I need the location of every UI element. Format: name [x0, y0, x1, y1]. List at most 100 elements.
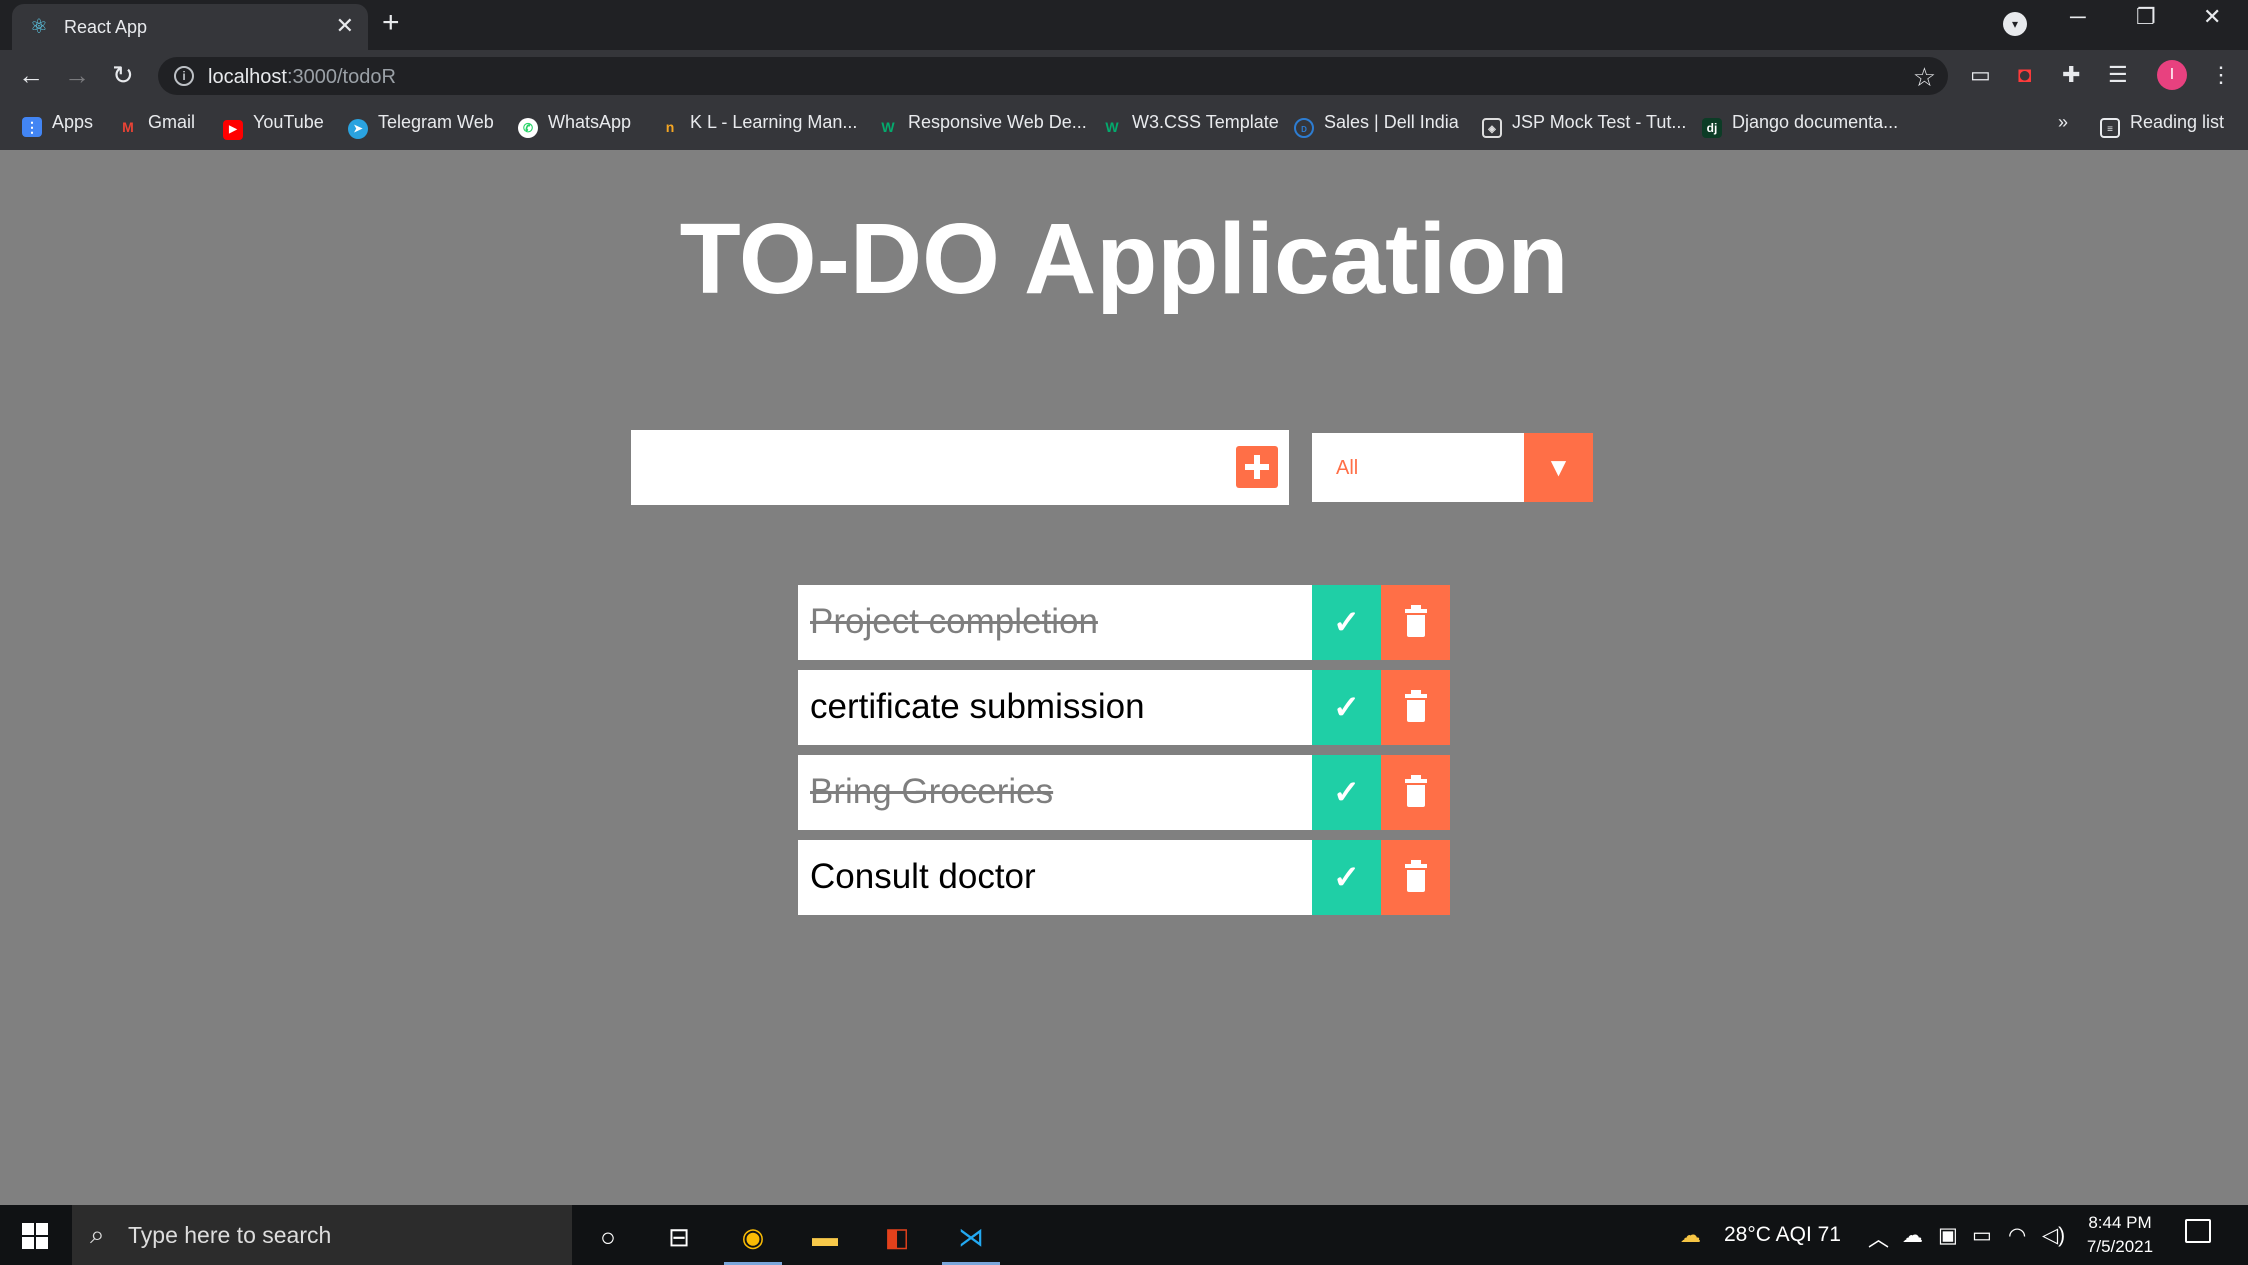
complete-button[interactable]: ✓	[1312, 755, 1381, 830]
delete-button[interactable]	[1381, 755, 1450, 830]
bookmark-label: JSP Mock Test - Tut...	[1512, 112, 1687, 132]
profile-avatar[interactable]: I	[2157, 60, 2187, 90]
search-placeholder: Type here to search	[128, 1222, 332, 1248]
bookmark-label: K L - Learning Man...	[690, 112, 858, 132]
reload-icon[interactable]: ↻	[112, 60, 134, 91]
tab-strip: ⚛ React App ✕ + ▾ ─ ❐ ✕	[0, 0, 2248, 50]
bookmark-jsp[interactable]: ◈ JSP Mock Test - Tut...	[1482, 112, 1686, 138]
bookmark-telegram[interactable]: ➤ Telegram Web	[348, 112, 494, 139]
restore-icon[interactable]: ❐	[2136, 4, 2156, 30]
dropdown-arrow-icon[interactable]: ▼	[1524, 433, 1593, 502]
tab-search-icon[interactable]: ▾	[2003, 12, 2027, 36]
todo-item: certificate submission ✓	[798, 670, 1450, 745]
bookmark-kl[interactable]: n K L - Learning Man...	[660, 112, 858, 137]
bookmark-whatsapp[interactable]: ✆ WhatsApp	[518, 112, 631, 138]
check-icon: ✓	[1333, 689, 1360, 725]
url-host: localhost	[208, 66, 287, 88]
minimize-icon[interactable]: ─	[2070, 4, 2086, 30]
notification-center-icon[interactable]	[2185, 1219, 2211, 1243]
kl-icon: n	[665, 119, 675, 135]
bookmark-label: WhatsApp	[548, 112, 632, 132]
cast-icon[interactable]: ▭	[1970, 62, 1991, 88]
clock-time: 8:44 PM	[2088, 1213, 2152, 1232]
browser-toolbar: ← → ↻ i localhost:3000/todoR ☆ ▭ ◘ ✚ ☰ I…	[0, 50, 2248, 102]
clock-date: 7/5/2021	[2086, 1237, 2154, 1256]
complete-button[interactable]: ✓	[1312, 585, 1381, 660]
todo-text: Consult doctor	[810, 857, 1036, 896]
django-icon: dj	[1702, 118, 1722, 138]
todo-list: Project completion ✓ certificate submiss…	[798, 585, 1450, 925]
bookmark-label: Responsive Web De...	[908, 112, 1087, 132]
bookmark-gmail[interactable]: M Gmail	[118, 112, 195, 137]
add-todo-button[interactable]	[1236, 446, 1278, 488]
reading-list-button[interactable]: ≡ Reading list	[2100, 112, 2224, 138]
bookmark-django[interactable]: dj Django documenta...	[1702, 112, 1898, 138]
bookmark-apps[interactable]: ⋮ Apps	[22, 112, 93, 137]
todo-item: Consult doctor ✓	[798, 840, 1450, 915]
complete-button[interactable]: ✓	[1312, 670, 1381, 745]
close-window-icon[interactable]: ✕	[2203, 4, 2221, 30]
clock[interactable]: 8:44 PM 7/5/2021	[2070, 1211, 2170, 1259]
weather-text[interactable]: 28°C AQI 71	[1724, 1223, 1841, 1247]
taskbar-search[interactable]: ⌕ Type here to search	[72, 1205, 572, 1265]
vscode-icon[interactable]: ⋊	[942, 1215, 1000, 1265]
todo-app: TO-DO Application All ▼ Project completi…	[0, 150, 2248, 1205]
todo-text: certificate submission	[810, 687, 1145, 726]
weather-icon[interactable]: ☁	[1680, 1223, 1701, 1248]
back-icon[interactable]: ←	[18, 60, 44, 91]
bookmark-responsive-web[interactable]: W Responsive Web De...	[878, 112, 1087, 137]
youtube-icon: ▶	[223, 120, 243, 140]
more-bookmarks-button[interactable]: »	[2058, 112, 2068, 133]
media-queue-icon[interactable]: ☰	[2108, 62, 2128, 88]
delete-button[interactable]	[1381, 840, 1450, 915]
tab-react-app[interactable]: ⚛ React App ✕	[12, 4, 368, 50]
bookmark-youtube[interactable]: ▶ YouTube	[223, 112, 324, 140]
extension-red-icon[interactable]: ◘	[2018, 62, 2031, 88]
filter-selected-value: All	[1336, 457, 1359, 479]
todo-item: Bring Groceries ✓	[798, 755, 1450, 830]
search-icon: ⌕	[90, 1219, 105, 1249]
onedrive-icon[interactable]: ☁	[1902, 1223, 1923, 1248]
bookmark-dell[interactable]: D Sales | Dell India	[1294, 112, 1459, 138]
extensions-puzzle-icon[interactable]: ✚	[2062, 62, 2080, 88]
filter-select[interactable]: All ▼	[1312, 433, 1593, 502]
close-tab-icon[interactable]: ✕	[336, 13, 354, 39]
apps-grid-icon: ⋮	[22, 117, 42, 137]
todo-form	[631, 430, 1289, 505]
windows-start-icon[interactable]	[22, 1223, 48, 1249]
bookmark-star-icon[interactable]: ☆	[1913, 62, 1936, 93]
reading-list-icon: ≡	[2100, 118, 2120, 138]
complete-button[interactable]: ✓	[1312, 840, 1381, 915]
url-text[interactable]: localhost:3000/todoR	[208, 66, 396, 89]
show-hidden-icons-icon[interactable]: ︿	[1868, 1223, 1889, 1253]
site-info-icon[interactable]: i	[174, 66, 194, 86]
wifi-icon[interactable]: ◠	[2008, 1223, 2026, 1248]
bookmark-label: W3.CSS Template	[1132, 112, 1279, 132]
bookmark-w3css[interactable]: W W3.CSS Template	[1102, 112, 1279, 137]
chrome-icon[interactable]: ◉	[724, 1215, 782, 1265]
address-bar[interactable]: i localhost:3000/todoR ☆	[158, 57, 1948, 95]
menu-kebab-icon[interactable]: ⋮	[2210, 62, 2232, 88]
todo-item: Project completion ✓	[798, 585, 1450, 660]
delete-button[interactable]	[1381, 585, 1450, 660]
file-explorer-icon[interactable]: ▬	[796, 1215, 854, 1259]
delete-button[interactable]	[1381, 670, 1450, 745]
meet-now-icon[interactable]: ▣	[1938, 1223, 1958, 1248]
cortana-icon[interactable]: ○	[579, 1215, 637, 1259]
whatsapp-icon: ✆	[518, 118, 538, 138]
battery-icon[interactable]: ▭	[1972, 1223, 1992, 1248]
gmail-icon: M	[122, 119, 134, 135]
new-tab-button[interactable]: +	[382, 6, 400, 40]
w3schools-icon: W	[881, 119, 895, 135]
tutorialspoint-icon: ◈	[1482, 118, 1502, 138]
tab-title: React App	[64, 17, 148, 37]
bookmark-label: Telegram Web	[378, 112, 494, 132]
office-icon[interactable]: ◧	[868, 1215, 926, 1259]
bookmark-label: YouTube	[253, 112, 324, 132]
todo-input[interactable]	[631, 430, 1211, 505]
forward-icon[interactable]: →	[64, 60, 90, 91]
task-view-icon[interactable]: ⊟	[650, 1215, 708, 1259]
bookmark-label: Sales | Dell India	[1324, 112, 1459, 132]
todo-text: Bring Groceries	[810, 772, 1054, 811]
volume-icon[interactable]: ◁)	[2042, 1223, 2065, 1248]
